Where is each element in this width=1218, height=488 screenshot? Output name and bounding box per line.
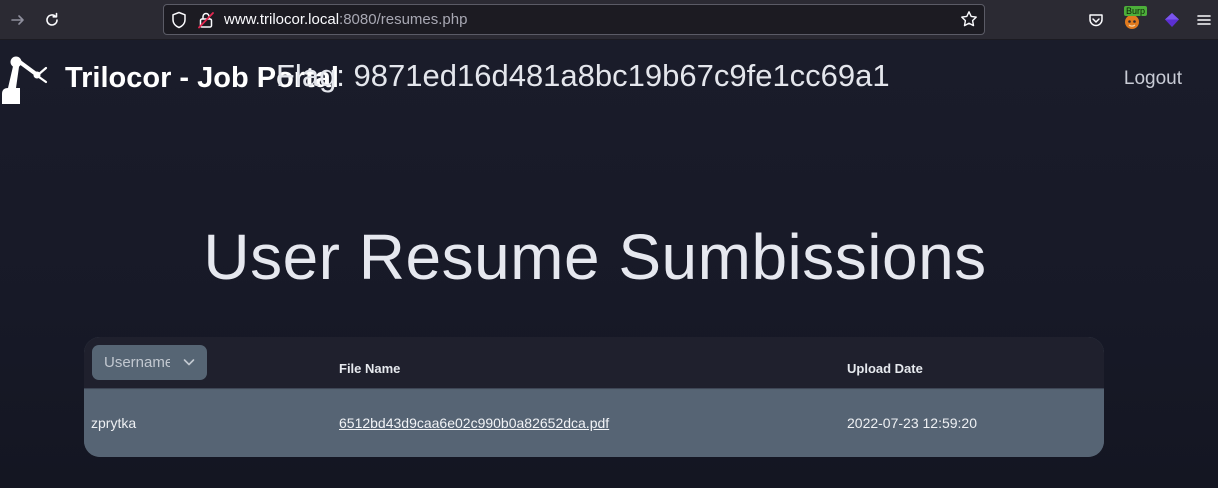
submissions-table: Username File Name Upload Date zprytka 6… <box>84 337 1104 457</box>
reload-icon <box>46 12 58 26</box>
column-header-upload-date: Upload Date <box>847 361 923 376</box>
url-bar[interactable]: www.trilocor.local:8080/resumes.php <box>163 4 985 35</box>
username-select-label: Username <box>104 354 170 371</box>
chevron-down-icon <box>183 359 195 366</box>
username-filter-select[interactable]: Username <box>92 345 207 380</box>
page-title: User Resume Sumbissions <box>203 221 987 293</box>
resume-file-link[interactable]: 6512bd43d9caa6e02c990b0a82652dca.pdf <box>339 415 609 431</box>
burp-badge: Burp <box>1124 6 1148 16</box>
browser-toolbar: www.trilocor.local:8080/resumes.php Burp <box>0 0 1218 40</box>
cell-username: zprytka <box>91 415 137 431</box>
pocket-icon <box>1089 14 1103 27</box>
purple-extension-button[interactable] <box>1158 6 1186 34</box>
bookmark-star-icon[interactable] <box>960 10 978 28</box>
url-text[interactable]: www.trilocor.local:8080/resumes.php <box>224 11 467 29</box>
diamond-extension-icon <box>1165 13 1179 27</box>
table-row: zprytka 6512bd43d9caa6e02c990b0a82652dca… <box>84 390 1104 457</box>
forward-button[interactable] <box>4 6 32 34</box>
app-menu-button[interactable] <box>1190 6 1218 34</box>
table-header: Username File Name Upload Date <box>84 337 1104 389</box>
arrow-right-icon <box>11 15 24 25</box>
insecure-lock-icon[interactable] <box>198 11 214 29</box>
column-header-file-name: File Name <box>339 361 401 376</box>
page: Trilocor - Job Portal Flag: 9871ed16d481… <box>0 40 1218 488</box>
url-path: :8080/resumes.php <box>339 11 468 28</box>
cell-upload-date: 2022-07-23 12:59:20 <box>847 415 977 431</box>
pocket-button[interactable] <box>1082 6 1110 34</box>
hamburger-menu-icon <box>1197 15 1211 25</box>
shield-icon[interactable] <box>171 11 187 29</box>
url-host: www.trilocor.local <box>224 11 340 28</box>
logout-link[interactable]: Logout <box>1124 68 1182 90</box>
flag-text: Flag: 9871ed16d481a8bc19b67c9fe1cc69a1 <box>276 58 890 93</box>
robot-arm-logo-icon[interactable] <box>0 54 48 108</box>
reload-button[interactable] <box>38 6 66 34</box>
